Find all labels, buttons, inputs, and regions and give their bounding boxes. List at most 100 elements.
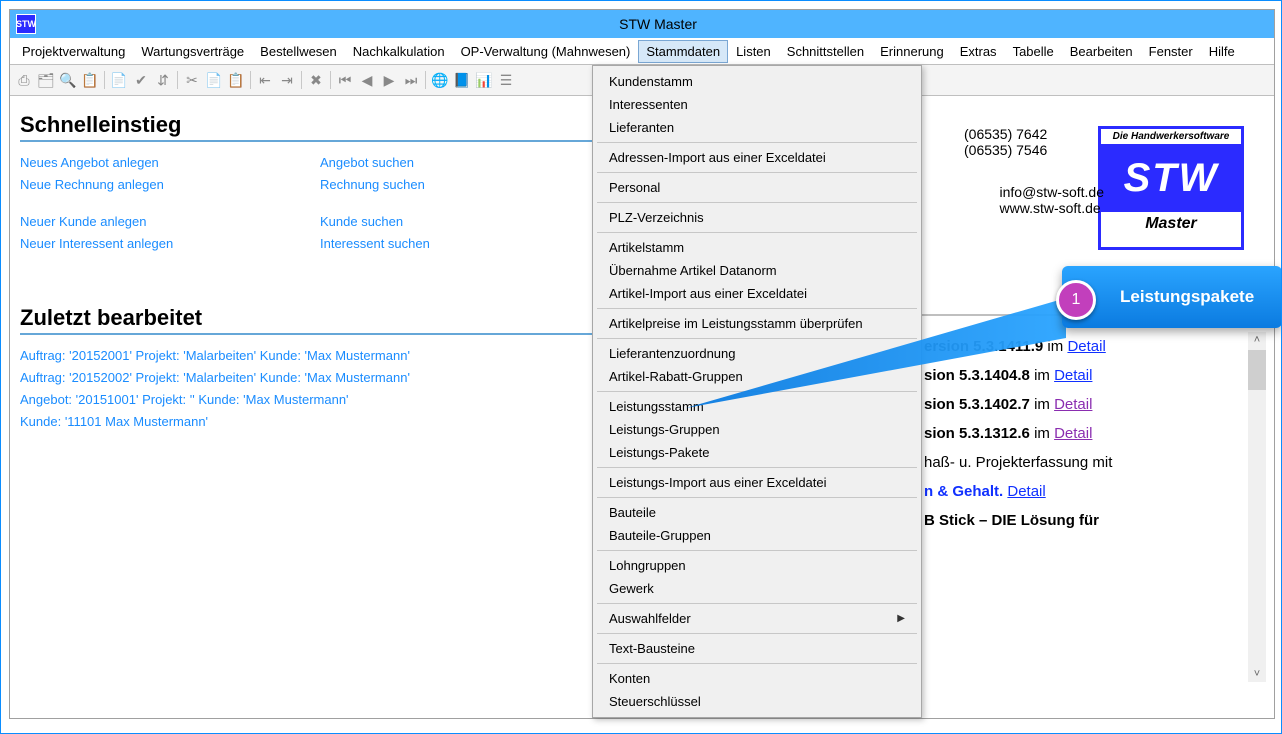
toolbar-button[interactable]: 🔍	[58, 70, 78, 90]
recent-item[interactable]: Angebot: '20151001' Projekt: '' Kunde: '…	[20, 389, 600, 411]
menu-item-leistungs-gruppen[interactable]: Leistungs-Gruppen	[593, 418, 921, 441]
quick-link[interactable]: Neues Angebot anlegen	[20, 152, 320, 174]
scroll-up-icon[interactable]: ˄	[1248, 332, 1266, 348]
menu-item-bauteile-gruppen[interactable]: Bauteile-Gruppen	[593, 524, 921, 547]
toolbar-button[interactable]: ✔	[131, 70, 151, 90]
left-panel: Schnelleinstieg Neues Angebot anlegenNeu…	[10, 106, 600, 433]
toolbar-button[interactable]: ▶	[379, 70, 399, 90]
menu-item-artikelstamm[interactable]: Artikelstamm	[593, 236, 921, 259]
toolbar-button[interactable]: 📋	[226, 70, 246, 90]
news-detail-link[interactable]: Detail	[1054, 396, 1092, 413]
quick-link[interactable]: Angebot suchen	[320, 152, 580, 174]
toolbar-button[interactable]: ✂	[182, 70, 202, 90]
toolbar-button[interactable]: ◀	[357, 70, 377, 90]
quick-link[interactable]: Interessent suchen	[320, 233, 580, 255]
menu-op-verwaltung-mahnwesen-[interactable]: OP-Verwaltung (Mahnwesen)	[453, 40, 639, 63]
menu-item-konten[interactable]: Konten	[593, 667, 921, 690]
news-detail-link[interactable]: Detail	[1054, 425, 1092, 442]
menu-wartungsvertr-ge[interactable]: Wartungsverträge	[133, 40, 252, 63]
toolbar-button[interactable]: ⇥	[277, 70, 297, 90]
scroll-down-icon[interactable]: ˅	[1248, 666, 1266, 682]
menu-item-leistungs-import-aus-einer-exceldatei[interactable]: Leistungs-Import aus einer Exceldatei	[593, 471, 921, 494]
menu-fenster[interactable]: Fenster	[1141, 40, 1201, 63]
menu-item-lohngruppen[interactable]: Lohngruppen	[593, 554, 921, 577]
app-frame: STW STW Master ProjektverwaltungWartungs…	[0, 0, 1282, 734]
toolbar-button[interactable]: ⎙	[14, 70, 34, 90]
menu-bearbeiten[interactable]: Bearbeiten	[1062, 40, 1141, 63]
app-icon: STW	[16, 14, 36, 34]
menu-item--bernahme-artikel-datanorm[interactable]: Übernahme Artikel Datanorm	[593, 259, 921, 282]
toolbar-button[interactable]: 🌐	[430, 70, 450, 90]
recent-item[interactable]: Auftrag: '20152002' Projekt: 'Malarbeite…	[20, 367, 600, 389]
toolbar-button[interactable]: ⏭	[401, 70, 421, 90]
menu-item-leistungs-pakete[interactable]: Leistungs-Pakete	[593, 441, 921, 464]
toolbar-button[interactable]: ✖	[306, 70, 326, 90]
quick-link[interactable]: Neuer Kunde anlegen	[20, 211, 320, 233]
toolbar-button[interactable]: 📄	[109, 70, 129, 90]
menu-stammdaten[interactable]: Stammdaten	[638, 40, 728, 63]
toolbar-button[interactable]: ⇤	[255, 70, 275, 90]
menu-item-adressen-import-aus-einer-exceldatei[interactable]: Adressen-Import aus einer Exceldatei	[593, 146, 921, 169]
menu-item-gewerk[interactable]: Gewerk	[593, 577, 921, 600]
menu-separator	[597, 467, 917, 468]
menu-item-artikel-rabatt-gruppen[interactable]: Artikel-Rabatt-Gruppen	[593, 365, 921, 388]
toolbar-button[interactable]: 📊	[474, 70, 494, 90]
menu-nachkalkulation[interactable]: Nachkalkulation	[345, 40, 453, 63]
toolbar-button[interactable]: 📋	[80, 70, 100, 90]
news-detail-link[interactable]: Detail	[1007, 483, 1045, 500]
menu-hilfe[interactable]: Hilfe	[1201, 40, 1243, 63]
menu-erinnerung[interactable]: Erinnerung	[872, 40, 952, 63]
title-bar: STW STW Master	[10, 10, 1274, 38]
toolbar-separator	[250, 71, 251, 89]
menu-separator	[597, 202, 917, 203]
tutorial-callout: Leistungspakete 1	[1062, 266, 1282, 328]
contact-email[interactable]: info@stw-soft.de	[1000, 184, 1104, 200]
news-line: sion 5.3.1402.7 im Detail	[924, 396, 1244, 413]
news-panel: ersion 5.3.1411.9 im Detailsion 5.3.1404…	[924, 326, 1244, 541]
menu-item-text-bausteine[interactable]: Text-Bausteine	[593, 637, 921, 660]
menu-item-kundenstamm[interactable]: Kundenstamm	[593, 70, 921, 93]
menu-item-bauteile[interactable]: Bauteile	[593, 501, 921, 524]
menu-item-lieferanten[interactable]: Lieferanten	[593, 116, 921, 139]
menu-item-lieferantenzuordnung[interactable]: Lieferantenzuordnung	[593, 342, 921, 365]
menu-item-interessenten[interactable]: Interessenten	[593, 93, 921, 116]
toolbar-separator	[425, 71, 426, 89]
toolbar-button[interactable]: ⇵	[153, 70, 173, 90]
menu-listen[interactable]: Listen	[728, 40, 779, 63]
menu-item-plz-verzeichnis[interactable]: PLZ-Verzeichnis	[593, 206, 921, 229]
scroll-thumb[interactable]	[1248, 350, 1266, 390]
menu-item-artikel-import-aus-einer-exceldatei[interactable]: Artikel-Import aus einer Exceldatei	[593, 282, 921, 305]
news-line: n & Gehalt. Detail	[924, 483, 1244, 500]
menu-schnittstellen[interactable]: Schnittstellen	[779, 40, 872, 63]
menu-bestellwesen[interactable]: Bestellwesen	[252, 40, 345, 63]
menu-item-personal[interactable]: Personal	[593, 176, 921, 199]
menu-item-leistungsstamm[interactable]: Leistungsstamm	[593, 395, 921, 418]
menu-separator	[597, 550, 917, 551]
quick-link[interactable]: Neue Rechnung anlegen	[20, 174, 320, 196]
news-detail-link[interactable]: Detail	[1067, 338, 1105, 355]
quick-link[interactable]: Kunde suchen	[320, 211, 580, 233]
toolbar-separator	[301, 71, 302, 89]
stammdaten-dropdown: KundenstammInteressentenLieferanten Adres…	[592, 65, 922, 718]
menu-extras[interactable]: Extras	[952, 40, 1005, 63]
menu-tabelle[interactable]: Tabelle	[1005, 40, 1062, 63]
toolbar-button[interactable]: ⏮	[335, 70, 355, 90]
quick-link[interactable]: Neuer Interessent anlegen	[20, 233, 320, 255]
news-line: sion 5.3.1404.8 im Detail	[924, 367, 1244, 384]
menu-item-steuerschl-ssel[interactable]: Steuerschlüssel	[593, 690, 921, 713]
scrollbar[interactable]: ˄ ˅	[1248, 332, 1266, 682]
toolbar-button[interactable]: 🗂	[36, 70, 56, 90]
news-detail-link[interactable]: Detail	[1054, 367, 1092, 384]
toolbar-button[interactable]: 📘	[452, 70, 472, 90]
toolbar-button[interactable]: 📄	[204, 70, 224, 90]
recent-item[interactable]: Auftrag: '20152001' Projekt: 'Malarbeite…	[20, 345, 600, 367]
menu-separator	[597, 633, 917, 634]
menu-item-auswahlfelder[interactable]: Auswahlfelder▶	[593, 607, 921, 630]
toolbar-button[interactable]: ☰	[496, 70, 516, 90]
menu-projektverwaltung[interactable]: Projektverwaltung	[14, 40, 133, 63]
menu-item-artikelpreise-im-leistungsstamm-berpr-fen[interactable]: Artikelpreise im Leistungsstamm überprüf…	[593, 312, 921, 335]
contact-website[interactable]: www.stw-soft.de	[1000, 200, 1104, 216]
toolbar-separator	[330, 71, 331, 89]
quick-link[interactable]: Rechnung suchen	[320, 174, 580, 196]
recent-item[interactable]: Kunde: '11101 Max Mustermann'	[20, 411, 600, 433]
